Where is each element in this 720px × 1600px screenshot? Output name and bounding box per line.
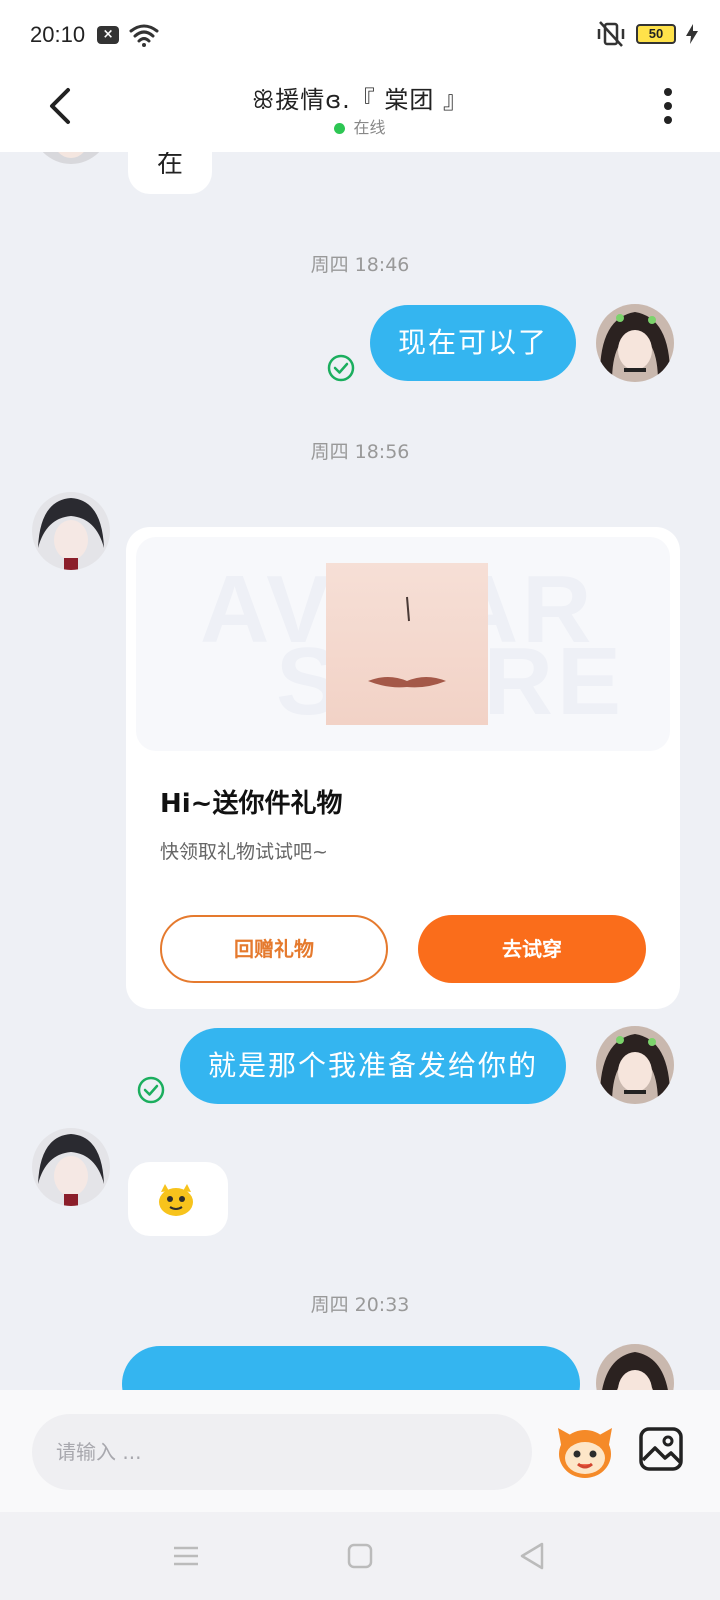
emoji-sticker-button[interactable] <box>554 1420 616 1482</box>
gift-card[interactable]: AVATAR STORE Hi~送你件礼物 快领取礼物试试吧~ 回赠礼物 去试穿 <box>126 527 680 1009</box>
message-text: 就是那个我准备发给你的 <box>208 1049 539 1082</box>
message-bubble-right[interactable]: 就是那个我准备发给你的 <box>180 1028 567 1104</box>
timestamp: 周四 18:56 <box>310 441 410 463</box>
message-bubble-right[interactable]: 现在可以了 <box>370 305 577 381</box>
gift-item-thumbnail[interactable] <box>326 563 488 725</box>
online-status-label: 在线 <box>353 118 386 137</box>
wifi-icon <box>129 24 159 47</box>
status-right: 50 <box>596 20 698 48</box>
message-input[interactable] <box>32 1414 532 1490</box>
battery-icon: 50 <box>636 24 676 44</box>
back-nav-icon[interactable] <box>516 1540 548 1572</box>
avatar-contact[interactable] <box>32 152 110 164</box>
online-dot-icon <box>334 123 346 134</box>
timestamp: 周四 18:46 <box>310 254 410 276</box>
avatar-self[interactable] <box>596 304 674 382</box>
message-bubble-right[interactable] <box>122 1346 580 1390</box>
chat-area[interactable]: 在 周四 18:46 现在可以了 周四 18:56 AVATAR <box>0 152 720 1390</box>
contact-name: ꕥ援情ɞ.『 棠团 』 <box>251 86 469 114</box>
avatar-contact[interactable] <box>32 1128 110 1206</box>
status-time: 20:10 <box>30 22 86 47</box>
more-menu-button[interactable] <box>656 84 680 128</box>
notification-icon: × <box>97 26 120 44</box>
timestamp: 周四 20:33 <box>310 1294 410 1316</box>
online-status: 在线 <box>0 114 720 138</box>
home-icon[interactable] <box>344 1540 376 1572</box>
smiley-sticker-icon <box>159 1184 193 1216</box>
return-gift-button[interactable]: 回赠礼物 <box>160 915 388 983</box>
sticker-bubble[interactable] <box>128 1162 228 1236</box>
gift-title: Hi~送你件礼物 <box>160 789 343 819</box>
gift-subtitle: 快领取礼物试试吧~ <box>160 841 328 863</box>
charging-icon <box>686 24 698 44</box>
menu-icon[interactable] <box>170 1540 202 1572</box>
read-check-icon <box>327 354 355 382</box>
image-picker-button[interactable] <box>638 1426 684 1472</box>
avatar-contact[interactable] <box>32 492 110 570</box>
gift-image-area: AVATAR STORE <box>136 537 670 751</box>
try-on-button[interactable]: 去试穿 <box>418 915 646 983</box>
message-text: 现在可以了 <box>398 326 549 359</box>
status-bar: 20:10 × 50 <box>0 0 720 70</box>
avatar-self[interactable] <box>596 1026 674 1104</box>
input-bar <box>0 1390 720 1512</box>
chat-header: ꕥ援情ɞ.『 棠团 』 在线 <box>0 70 720 152</box>
message-text: 在 <box>156 152 183 179</box>
message-bubble-left[interactable]: 在 <box>128 152 212 194</box>
vibrate-mute-icon <box>597 21 625 47</box>
avatar-self[interactable] <box>596 1344 674 1390</box>
system-nav-bar <box>0 1512 720 1600</box>
read-check-icon <box>137 1076 165 1104</box>
